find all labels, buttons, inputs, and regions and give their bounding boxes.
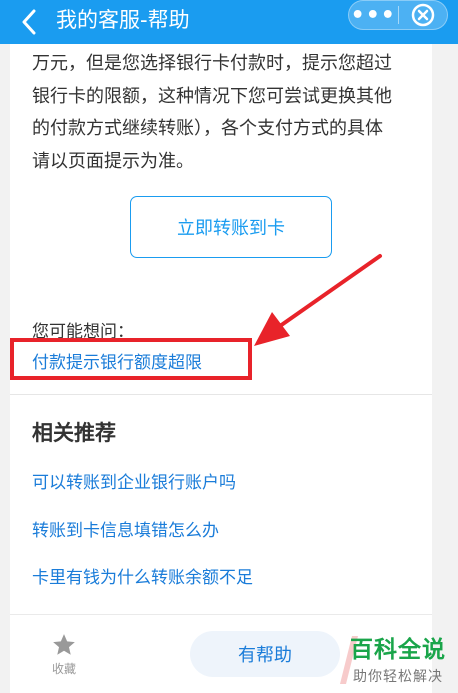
favorite-button[interactable]: 收藏 xyxy=(46,632,82,677)
highlight-annotation-box xyxy=(10,338,252,380)
recommend-item[interactable]: 转账到卡信息填错怎么办 xyxy=(32,516,219,541)
star-icon xyxy=(53,634,75,655)
article-line: 万元，但是您选择银行卡付款时，提示您超过 xyxy=(32,53,392,74)
content-card: 万元，但是您选择银行卡付款时，提示您超过 银行卡的限额，这种情况下您可尝试更换其… xyxy=(10,44,432,693)
recommend-title: 相关推荐 xyxy=(32,421,116,445)
nav-bar: 我的客服-帮助 ••• xyxy=(0,0,458,44)
page-title: 我的客服-帮助 xyxy=(56,8,190,32)
section-divider xyxy=(10,394,432,395)
mini-program-capsule: ••• xyxy=(348,0,448,30)
bottom-separator xyxy=(10,614,432,615)
more-button[interactable]: ••• xyxy=(349,1,398,29)
close-circle-icon xyxy=(411,3,434,27)
recommend-item[interactable]: 可以转账到企业银行账户吗 xyxy=(32,468,236,493)
article-line: 请以页面提示为准。 xyxy=(32,150,194,172)
back-button[interactable] xyxy=(14,6,44,38)
watermark-subtitle: 助你轻松解决 xyxy=(353,669,443,685)
article-line: 的付款方式继续转账），各个支付方式的具体 xyxy=(32,118,383,139)
transfer-to-card-button[interactable]: 立即转账到卡 xyxy=(130,196,332,258)
watermark-title: 百科全说 xyxy=(350,637,446,663)
article-text: 万元，但是您选择银行卡付款时，提示您超过 银行卡的限额，这种情况下您可尝试更换其… xyxy=(32,48,428,178)
close-button[interactable] xyxy=(398,1,447,29)
article-line: 银行卡的限额，这种情况下您可尝试更换其他 xyxy=(32,85,392,107)
chevron-left-icon xyxy=(22,9,36,35)
baike-watermark: 百科全说 助你轻松解决 xyxy=(338,630,458,692)
helpful-button[interactable]: 有帮助 xyxy=(190,631,340,677)
recommend-item[interactable]: 卡里有钱为什么转账余额不足 xyxy=(32,563,253,588)
red-arrow-annotation xyxy=(254,254,382,346)
favorite-label: 收藏 xyxy=(51,662,76,676)
